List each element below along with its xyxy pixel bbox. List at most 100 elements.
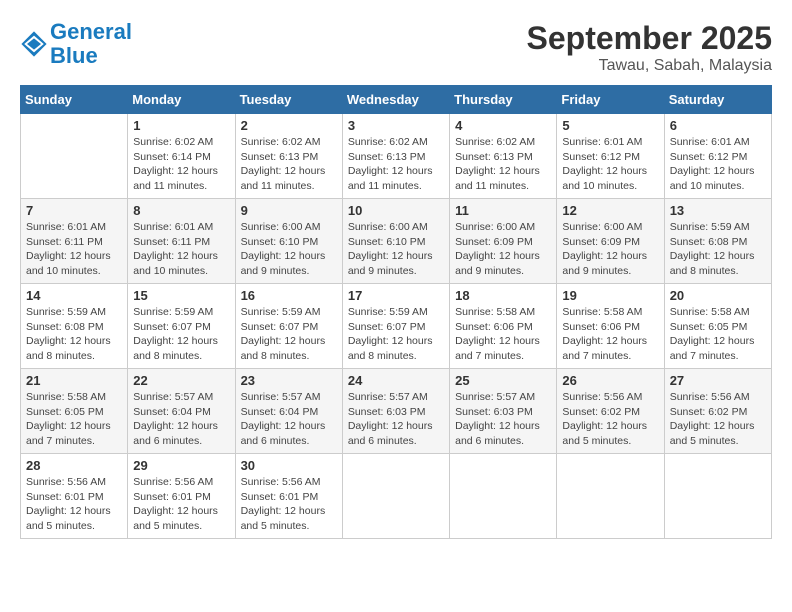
day-number: 27 [670, 373, 766, 388]
day-info: Sunrise: 5:58 AM Sunset: 6:05 PM Dayligh… [26, 390, 122, 449]
calendar-week-1: 1 Sunrise: 6:02 AM Sunset: 6:14 PM Daylig… [21, 114, 772, 199]
day-info: Sunrise: 5:59 AM Sunset: 6:08 PM Dayligh… [670, 220, 766, 279]
day-number: 11 [455, 203, 551, 218]
calendar-cell: 1 Sunrise: 6:02 AM Sunset: 6:14 PM Daylig… [128, 114, 235, 199]
day-number: 14 [26, 288, 122, 303]
day-info: Sunrise: 6:01 AM Sunset: 6:12 PM Dayligh… [562, 135, 658, 194]
calendar-cell: 16 Sunrise: 5:59 AM Sunset: 6:07 PM Dayli… [235, 284, 342, 369]
page-header: General Blue September 2025 Tawau, Sabah… [20, 20, 772, 75]
day-info: Sunrise: 6:02 AM Sunset: 6:13 PM Dayligh… [348, 135, 444, 194]
day-number: 20 [670, 288, 766, 303]
title-block: September 2025 Tawau, Sabah, Malaysia [527, 20, 772, 75]
day-info: Sunrise: 5:58 AM Sunset: 6:06 PM Dayligh… [455, 305, 551, 364]
day-info: Sunrise: 6:02 AM Sunset: 6:13 PM Dayligh… [455, 135, 551, 194]
day-number: 29 [133, 458, 229, 473]
day-number: 21 [26, 373, 122, 388]
day-number: 30 [241, 458, 337, 473]
day-header-friday: Friday [557, 86, 664, 114]
calendar-cell: 25 Sunrise: 5:57 AM Sunset: 6:03 PM Dayli… [450, 369, 557, 454]
day-number: 22 [133, 373, 229, 388]
calendar-cell: 9 Sunrise: 6:00 AM Sunset: 6:10 PM Daylig… [235, 199, 342, 284]
calendar-cell [664, 454, 771, 539]
logo-icon [20, 30, 48, 58]
day-info: Sunrise: 6:02 AM Sunset: 6:14 PM Dayligh… [133, 135, 229, 194]
day-number: 19 [562, 288, 658, 303]
day-number: 4 [455, 118, 551, 133]
day-number: 5 [562, 118, 658, 133]
calendar-week-4: 21 Sunrise: 5:58 AM Sunset: 6:05 PM Dayli… [21, 369, 772, 454]
day-number: 25 [455, 373, 551, 388]
location: Tawau, Sabah, Malaysia [527, 57, 772, 75]
calendar-cell: 18 Sunrise: 5:58 AM Sunset: 6:06 PM Dayli… [450, 284, 557, 369]
calendar-table: SundayMondayTuesdayWednesdayThursdayFrid… [20, 85, 772, 539]
day-number: 10 [348, 203, 444, 218]
calendar-cell: 27Sunrise: 5:56 AM Sunset: 6:02 PM Dayli… [664, 369, 771, 454]
calendar-cell: 22 Sunrise: 5:57 AM Sunset: 6:04 PM Dayli… [128, 369, 235, 454]
calendar-cell: 13 Sunrise: 5:59 AM Sunset: 6:08 PM Dayli… [664, 199, 771, 284]
logo-text: General Blue [50, 20, 132, 68]
day-number: 2 [241, 118, 337, 133]
calendar-cell [557, 454, 664, 539]
day-info: Sunrise: 5:59 AM Sunset: 6:08 PM Dayligh… [26, 305, 122, 364]
calendar-header-row: SundayMondayTuesdayWednesdayThursdayFrid… [21, 86, 772, 114]
calendar-cell: 24Sunrise: 5:57 AM Sunset: 6:03 PM Dayli… [342, 369, 449, 454]
day-info: Sunrise: 5:59 AM Sunset: 6:07 PM Dayligh… [241, 305, 337, 364]
day-info: Sunrise: 6:00 AM Sunset: 6:09 PM Dayligh… [562, 220, 658, 279]
day-header-saturday: Saturday [664, 86, 771, 114]
calendar-cell [450, 454, 557, 539]
logo: General Blue [20, 20, 132, 68]
day-number: 1 [133, 118, 229, 133]
calendar-cell: 19 Sunrise: 5:58 AM Sunset: 6:06 PM Dayli… [557, 284, 664, 369]
day-info: Sunrise: 5:56 AM Sunset: 6:01 PM Dayligh… [241, 475, 337, 534]
calendar-cell: 11 Sunrise: 6:00 AM Sunset: 6:09 PM Dayli… [450, 199, 557, 284]
day-info: Sunrise: 6:02 AM Sunset: 6:13 PM Dayligh… [241, 135, 337, 194]
day-number: 9 [241, 203, 337, 218]
calendar-cell: 5 Sunrise: 6:01 AM Sunset: 6:12 PM Daylig… [557, 114, 664, 199]
calendar-cell: 14 Sunrise: 5:59 AM Sunset: 6:08 PM Dayli… [21, 284, 128, 369]
calendar-cell: 7Sunrise: 6:01 AM Sunset: 6:11 PM Daylig… [21, 199, 128, 284]
day-number: 3 [348, 118, 444, 133]
calendar-cell: 26Sunrise: 5:56 AM Sunset: 6:02 PM Dayli… [557, 369, 664, 454]
calendar-cell: 20 Sunrise: 5:58 AM Sunset: 6:05 PM Dayli… [664, 284, 771, 369]
calendar-week-3: 14 Sunrise: 5:59 AM Sunset: 6:08 PM Dayli… [21, 284, 772, 369]
day-info: Sunrise: 6:00 AM Sunset: 6:09 PM Dayligh… [455, 220, 551, 279]
day-number: 23 [241, 373, 337, 388]
day-number: 12 [562, 203, 658, 218]
day-number: 13 [670, 203, 766, 218]
day-info: Sunrise: 5:59 AM Sunset: 6:07 PM Dayligh… [133, 305, 229, 364]
calendar-cell [21, 114, 128, 199]
day-header-monday: Monday [128, 86, 235, 114]
day-header-sunday: Sunday [21, 86, 128, 114]
day-info: Sunrise: 5:57 AM Sunset: 6:03 PM Dayligh… [455, 390, 551, 449]
day-info: Sunrise: 5:58 AM Sunset: 6:06 PM Dayligh… [562, 305, 658, 364]
day-info: Sunrise: 6:00 AM Sunset: 6:10 PM Dayligh… [348, 220, 444, 279]
calendar-cell: 12 Sunrise: 6:00 AM Sunset: 6:09 PM Dayli… [557, 199, 664, 284]
day-number: 15 [133, 288, 229, 303]
day-info: Sunrise: 5:57 AM Sunset: 6:04 PM Dayligh… [133, 390, 229, 449]
day-number: 6 [670, 118, 766, 133]
calendar-cell: 3 Sunrise: 6:02 AM Sunset: 6:13 PM Daylig… [342, 114, 449, 199]
day-number: 7 [26, 203, 122, 218]
day-header-wednesday: Wednesday [342, 86, 449, 114]
day-info: Sunrise: 6:01 AM Sunset: 6:11 PM Dayligh… [133, 220, 229, 279]
calendar-cell: 2 Sunrise: 6:02 AM Sunset: 6:13 PM Daylig… [235, 114, 342, 199]
day-info: Sunrise: 5:57 AM Sunset: 6:04 PM Dayligh… [241, 390, 337, 449]
calendar-week-2: 7 Sunrise: 6:01 AM Sunset: 6:11 PM Daylig… [21, 199, 772, 284]
day-number: 28 [26, 458, 122, 473]
day-info: Sunrise: 5:58 AM Sunset: 6:05 PM Dayligh… [670, 305, 766, 364]
day-info: Sunrise: 5:57 AM Sunset: 6:03 PM Dayligh… [348, 390, 444, 449]
day-number: 17 [348, 288, 444, 303]
day-number: 18 [455, 288, 551, 303]
calendar-cell: 28 Sunrise: 5:56 AM Sunset: 6:01 PM Dayli… [21, 454, 128, 539]
calendar-cell: 6Sunrise: 6:01 AM Sunset: 6:12 PM Daylig… [664, 114, 771, 199]
calendar-cell: 10 Sunrise: 6:00 AM Sunset: 6:10 PM Dayli… [342, 199, 449, 284]
calendar-cell: 15 Sunrise: 5:59 AM Sunset: 6:07 PM Dayli… [128, 284, 235, 369]
day-info: Sunrise: 5:56 AM Sunset: 6:01 PM Dayligh… [133, 475, 229, 534]
day-info: Sunrise: 5:56 AM Sunset: 6:01 PM Dayligh… [26, 475, 122, 534]
day-number: 8 [133, 203, 229, 218]
day-number: 16 [241, 288, 337, 303]
day-info: Sunrise: 6:00 AM Sunset: 6:10 PM Dayligh… [241, 220, 337, 279]
day-number: 26 [562, 373, 658, 388]
calendar-cell: 23 Sunrise: 5:57 AM Sunset: 6:04 PM Dayli… [235, 369, 342, 454]
calendar-cell: 4 Sunrise: 6:02 AM Sunset: 6:13 PM Daylig… [450, 114, 557, 199]
